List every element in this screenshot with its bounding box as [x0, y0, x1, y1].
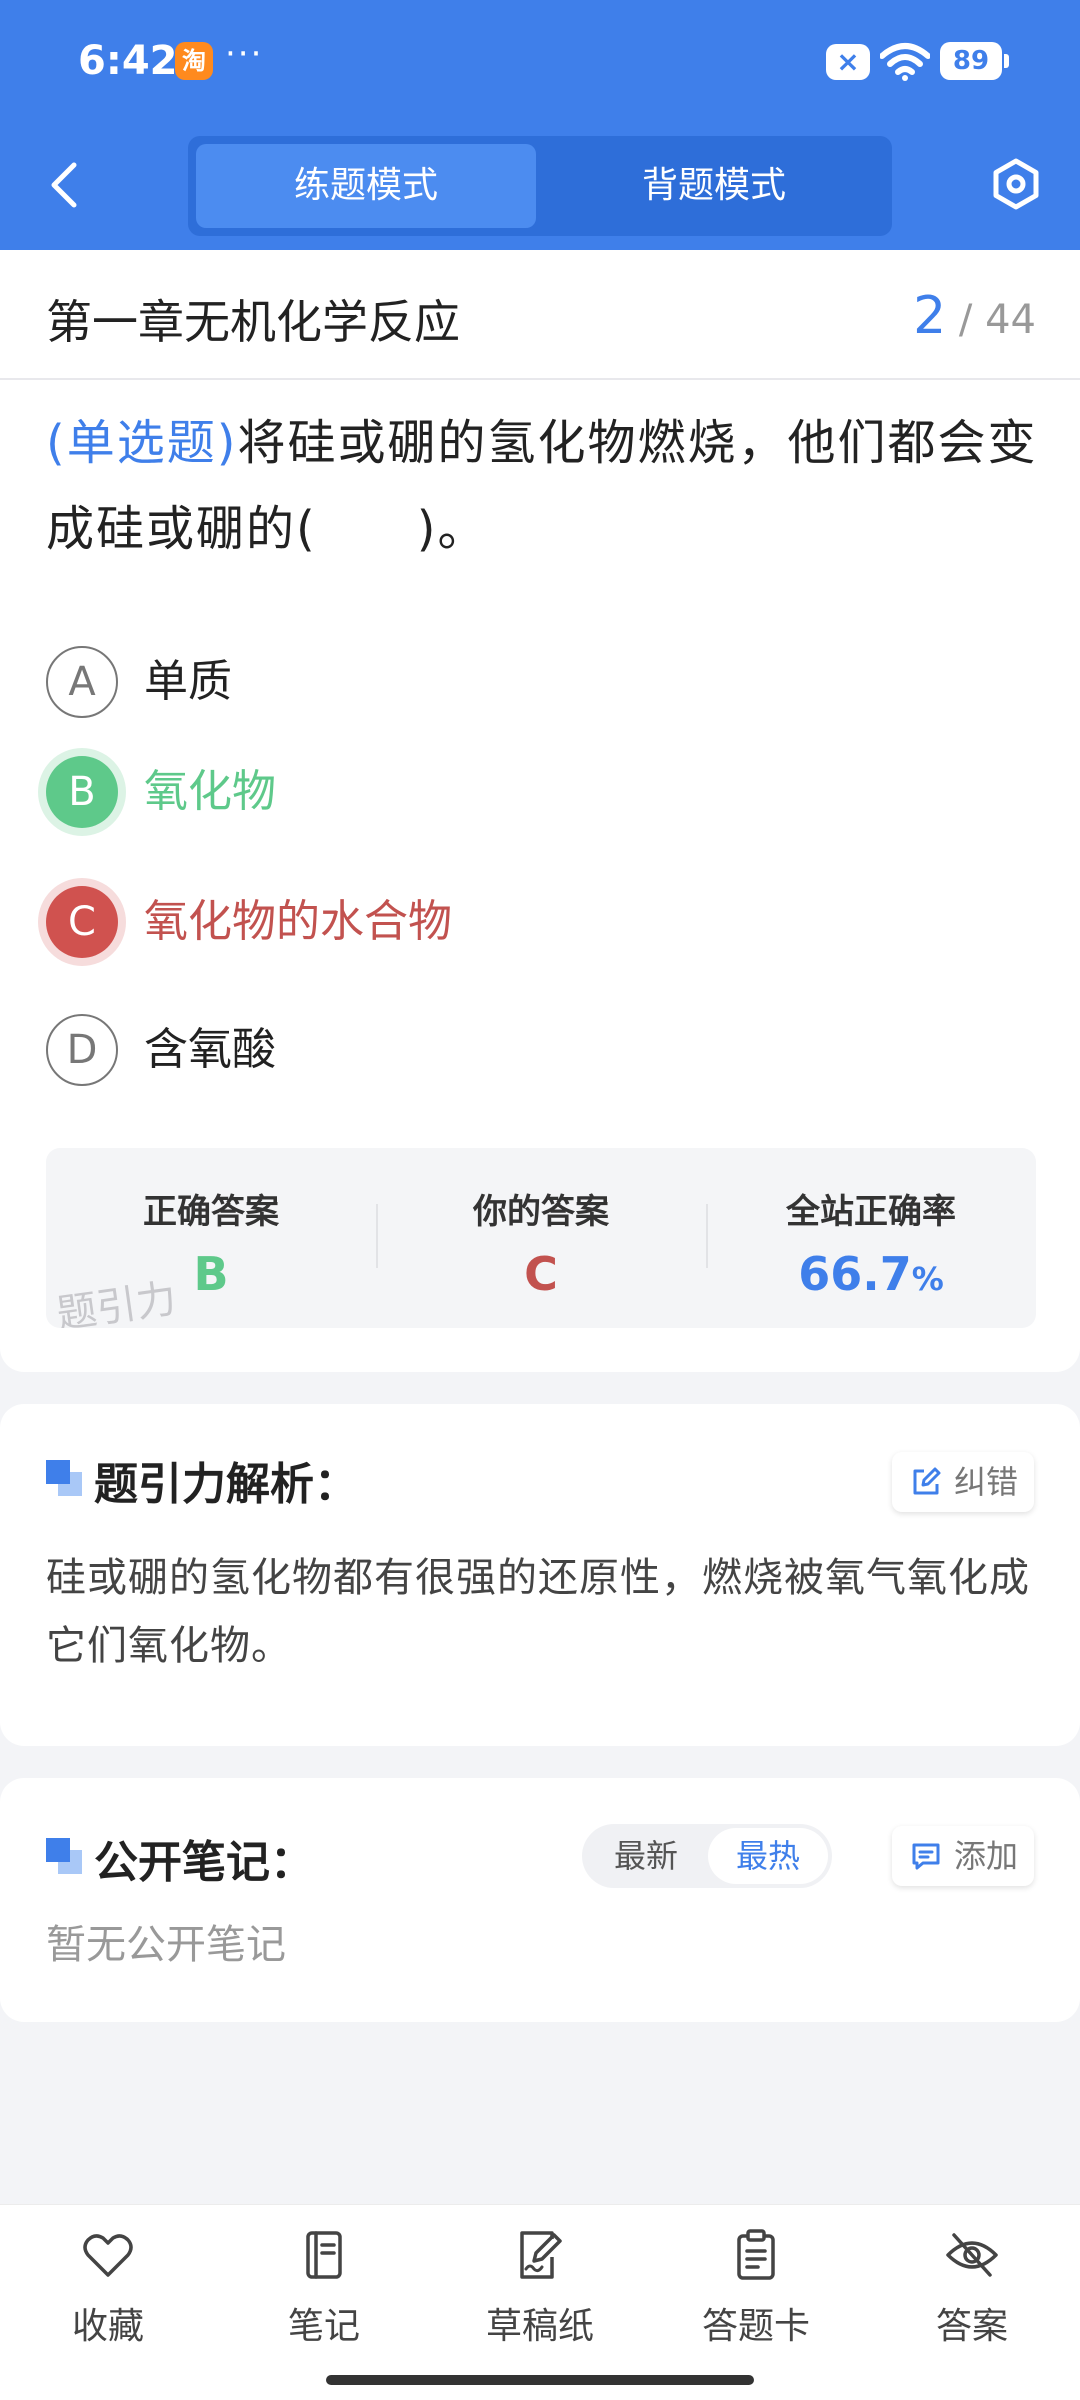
nav-draft-label: 草稿纸: [485, 2306, 594, 2347]
add-note-label: 添加: [953, 1837, 1018, 1875]
status-bar: 6:42 淘 ··· × 89: [0, 0, 1080, 126]
option-d-letter: D: [46, 1014, 118, 1086]
clipboard-icon: [737, 2229, 775, 2280]
nav-notes-label: 笔记: [287, 2306, 360, 2347]
option-d[interactable]: D 含氧酸: [46, 1010, 1046, 1090]
comment-icon: [912, 1843, 940, 1870]
wifi-icon: [880, 43, 930, 81]
home-indicator[interactable]: [326, 2375, 754, 2385]
tab-practice-mode[interactable]: 练题模式: [196, 144, 536, 228]
nav-notes[interactable]: 笔记: [234, 2227, 414, 2357]
chapter-row: 第一章无机化学反应 2 / 44: [0, 250, 1080, 380]
notes-title: 公开笔记：: [94, 1837, 314, 1888]
status-time: 6:42: [78, 38, 178, 84]
nav-favorite-label: 收藏: [71, 2306, 144, 2347]
eye-off-icon: [946, 2233, 998, 2277]
battery-indicator: 89: [940, 42, 1009, 80]
your-answer-label: 你的答案: [473, 1192, 609, 1232]
analysis-card: 题引力解析： 纠错 硅或硼的氢化物都有很强的还原性，燃烧被氧气氧化成它们氧化物。: [0, 1404, 1080, 1746]
more-notifications-icon: ···: [225, 34, 264, 74]
section-icon: [46, 1460, 84, 1498]
nav-show-answer-label: 答案: [935, 2306, 1008, 2347]
progress-current: 2: [913, 286, 947, 346]
add-note-button[interactable]: 添加: [891, 1826, 1034, 1886]
sort-hottest[interactable]: 最热: [708, 1828, 828, 1884]
notes-sort-switch: 最新 最热: [582, 1824, 832, 1888]
progress-total: 44: [985, 297, 1036, 343]
progress-separator: /: [946, 297, 986, 343]
section-icon: [46, 1838, 84, 1876]
answer-summary: 正确答案 B 你的答案 C 全站正确率 66.7% 题引力: [46, 1148, 1036, 1328]
accuracy-unit: %: [911, 1260, 944, 1298]
notebook-icon: [306, 2231, 342, 2279]
tab-recite-mode[interactable]: 背题模式: [544, 144, 884, 228]
option-b[interactable]: B 氧化物: [46, 752, 1046, 832]
accuracy-value: 66.7%: [706, 1247, 1036, 1301]
nav-answer-sheet[interactable]: 答题卡: [666, 2227, 846, 2357]
edit-icon: [913, 1467, 941, 1495]
sort-newest[interactable]: 最新: [586, 1828, 706, 1884]
bottom-nav: 收藏 笔记 草稿纸 答题卡 答案: [0, 2204, 1080, 2400]
analysis-title: 题引力解析：: [94, 1459, 358, 1510]
option-d-text: 含氧酸: [144, 1024, 276, 1075]
option-a[interactable]: A 单质: [46, 642, 1046, 722]
report-error-label: 纠错: [953, 1463, 1018, 1501]
option-c-text: 氧化物的水合物: [144, 896, 452, 947]
option-a-letter: A: [46, 646, 118, 718]
option-c[interactable]: C 氧化物的水合物: [46, 882, 1046, 962]
mode-switch: 练题模式 背题模式: [188, 136, 892, 236]
question-progress[interactable]: 2 / 44: [913, 286, 1036, 346]
option-a[interactable]: [46, 402, 1046, 482]
option-b-text: 氧化物: [144, 766, 276, 817]
chapter-title: 第一章无机化学反应: [46, 295, 460, 349]
notes-card: 公开笔记： 最新 最热 添加 暂无公开笔记: [0, 1778, 1080, 2022]
nav-draft[interactable]: 草稿纸: [450, 2227, 630, 2357]
your-answer-col: 你的答案 C: [376, 1148, 706, 1328]
nav-show-answer[interactable]: 答案: [882, 2227, 1062, 2357]
accuracy-label: 全站正确率: [786, 1192, 956, 1232]
taobao-icon: 淘: [175, 42, 213, 80]
your-answer-value: C: [524, 1247, 558, 1301]
analysis-text: 硅或硼的氢化物都有很强的还原性，燃烧被氧气氧化成它们氧化物。: [46, 1555, 1030, 1669]
option-c-letter: C: [46, 886, 118, 958]
settings-icon[interactable]: [990, 158, 1042, 210]
accuracy-col: 全站正确率 66.7%: [706, 1148, 1036, 1328]
draft-icon: [520, 2231, 562, 2279]
correct-answer-label: 正确答案: [143, 1192, 279, 1232]
no-sim-icon: ×: [826, 44, 870, 80]
option-b-letter: B: [46, 756, 118, 828]
nav-favorite[interactable]: 收藏: [18, 2227, 198, 2357]
report-error-button[interactable]: 纠错: [891, 1452, 1034, 1512]
heart-icon: [83, 2234, 133, 2277]
nav-answer-sheet-label: 答题卡: [701, 2306, 810, 2347]
header: 6:42 淘 ··· × 89 练题模式 背题模式: [0, 0, 1080, 250]
accuracy-number: 66.7: [798, 1247, 912, 1301]
notes-empty-text: 暂无公开笔记: [46, 1922, 286, 1968]
option-a-text: 单质: [144, 656, 232, 707]
back-arrow-icon[interactable]: [40, 155, 90, 215]
